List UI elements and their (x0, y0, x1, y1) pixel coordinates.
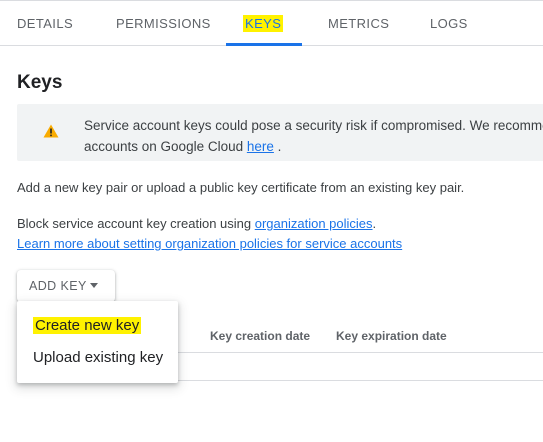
block-prefix: Block service account key creation using (17, 216, 255, 231)
banner-text: Service account keys could pose a securi… (84, 115, 543, 157)
add-key-button[interactable]: ADD KEY (17, 270, 115, 302)
banner-line-2-suffix: . (273, 139, 282, 154)
tab-logs[interactable]: LOGS (430, 1, 468, 46)
security-warning-banner: Service account keys could pose a securi… (17, 104, 543, 161)
learn-more-link[interactable]: Learn more about setting organization po… (17, 236, 402, 251)
page-title: Keys (17, 72, 63, 93)
warning-icon (43, 124, 59, 138)
caret-down-icon (90, 283, 98, 288)
banner-line-1: Service account keys could pose a securi… (84, 118, 543, 133)
learn-more-row: Learn more about setting organization po… (17, 236, 402, 251)
add-key-description: Add a new key pair or upload a public ke… (17, 180, 465, 195)
add-key-label: ADD KEY (29, 279, 87, 293)
add-key-menu: Create new key Upload existing key (17, 301, 178, 383)
tab-keys[interactable]: KEYS (243, 1, 284, 46)
tab-keys-label: KEYS (243, 15, 284, 32)
tab-bar: DETAILS PERMISSIONS KEYS METRICS LOGS (0, 0, 543, 46)
tab-metrics[interactable]: METRICS (328, 1, 389, 46)
tab-details[interactable]: DETAILS (17, 1, 73, 46)
banner-line-2: accounts on Google Cloud here . (84, 136, 543, 157)
column-key-creation-date[interactable]: Key creation date (210, 329, 310, 343)
organization-policies-link[interactable]: organization policies (255, 216, 373, 231)
menu-item-create-new-key[interactable]: Create new key (33, 317, 142, 334)
menu-item-upload-existing-key[interactable]: Upload existing key (33, 349, 163, 366)
tab-permissions[interactable]: PERMISSIONS (116, 1, 211, 46)
service-account-page: DETAILS PERMISSIONS KEYS METRICS LOGS Ke… (0, 0, 543, 442)
block-suffix: . (372, 216, 377, 231)
block-key-creation-text: Block service account key creation using… (17, 216, 376, 231)
banner-line-2-prefix: accounts on Google Cloud (84, 139, 247, 154)
create-new-key-label: Create new key (33, 317, 142, 334)
column-key-expiration-date[interactable]: Key expiration date (336, 329, 447, 343)
banner-here-link[interactable]: here (247, 139, 274, 154)
active-tab-indicator (226, 43, 302, 46)
